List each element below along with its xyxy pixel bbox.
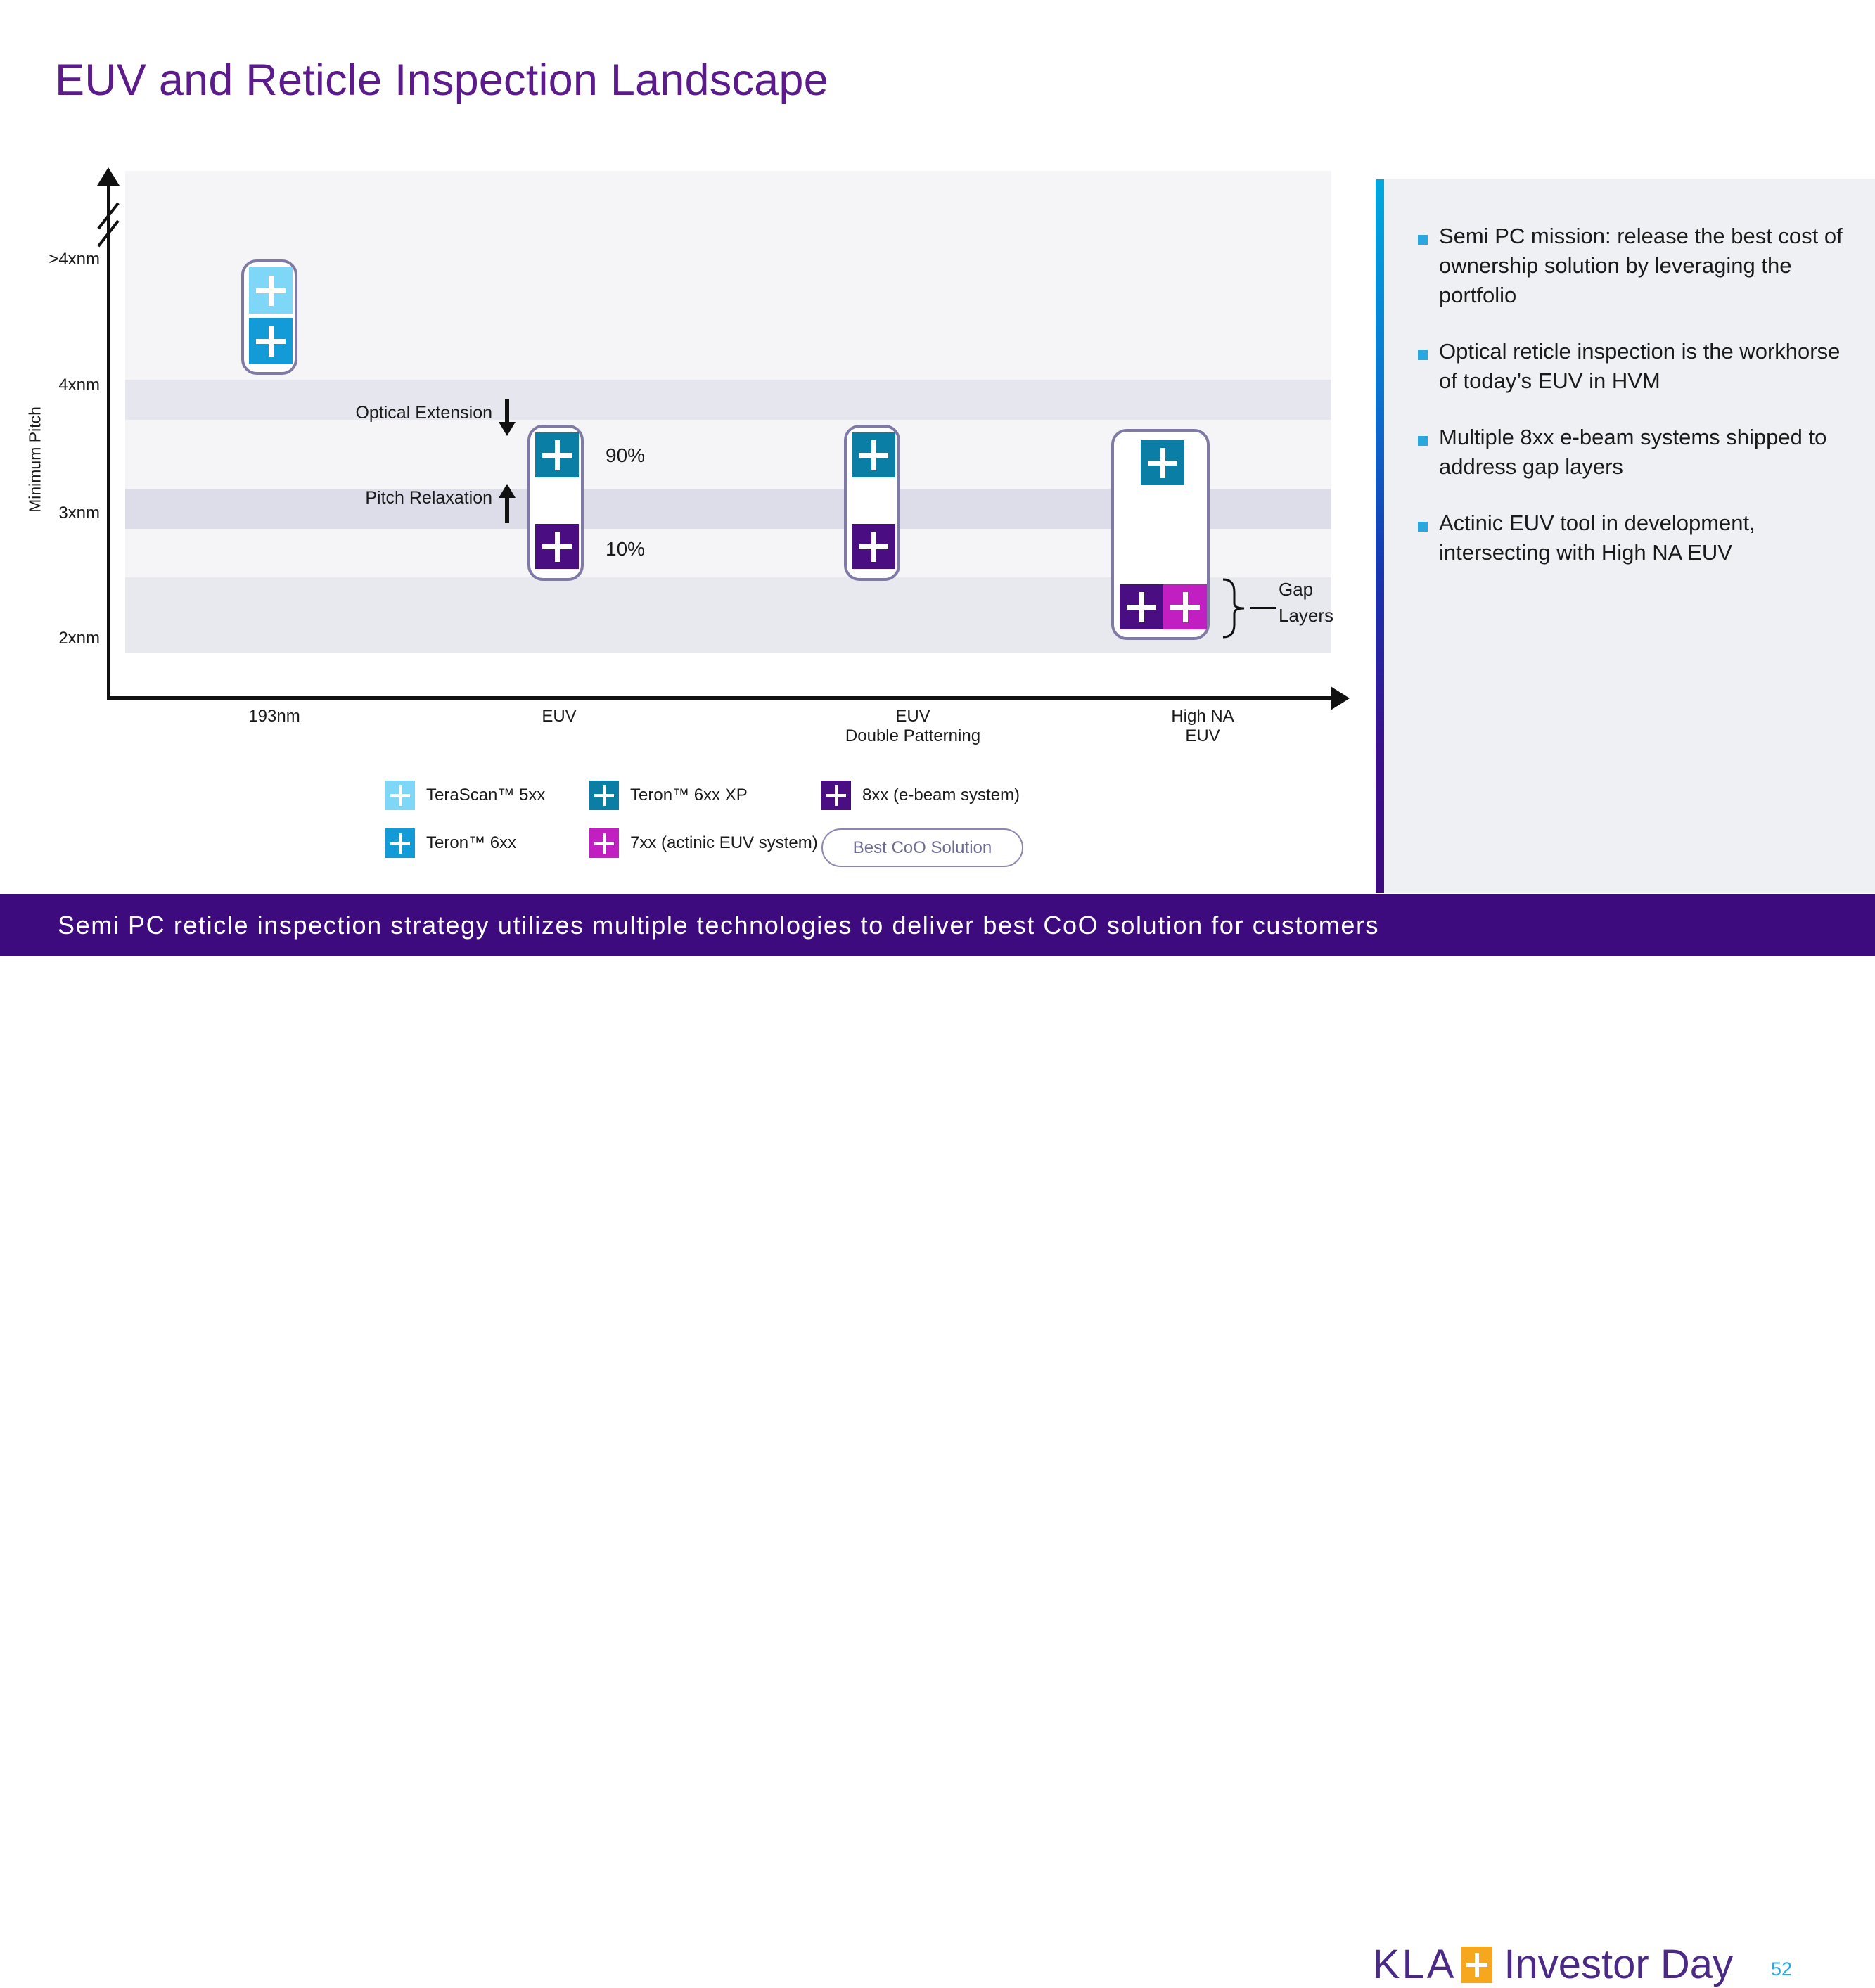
tool-icon-7xx-actinic[interactable] [1163, 584, 1207, 629]
arrow-down-icon [499, 422, 516, 436]
tool-group-high-na-euv[interactable] [1111, 429, 1210, 640]
bullet-text: Optical reticle inspection is the workho… [1439, 339, 1841, 393]
legend-label-teron-6xx: Teron™ 6xx [426, 833, 517, 852]
gap-layers-label: Gap Layers [1279, 577, 1333, 629]
x-tick-euvdp-line2: Double Patterning [845, 726, 981, 745]
legend-label-terascan-5xx: TeraScan™ 5xx [426, 785, 546, 804]
tool-icon-teron-6xx[interactable] [249, 318, 293, 364]
sidebar-bullet-list: Semi PC mission: release the best cost o… [1418, 222, 1854, 594]
bullet-square-icon [1418, 436, 1439, 482]
sidebar-panel: Semi PC mission: release the best cost o… [1384, 179, 1875, 893]
kla-logo: KLA Investor Day [1373, 1941, 1733, 1988]
legend-item-teron-6xx[interactable]: Teron™ 6xx [385, 828, 516, 858]
annotation-pitch-relaxation: Pitch Relaxation [365, 488, 492, 508]
bullet-square-icon [1418, 235, 1439, 310]
gap-layers-brace-icon [1222, 578, 1245, 639]
x-tick-euvdp-line1: EUV [895, 707, 930, 726]
x-tick-euv-double-patterning: EUV Double Patterning [786, 707, 1039, 746]
x-tick-euv: EUV [478, 707, 640, 726]
accent-gradient-bar [1376, 179, 1384, 893]
gap-label-line1: Gap [1279, 579, 1314, 600]
best-coo-solution-badge[interactable]: Best CoO Solution [821, 828, 1023, 867]
x-tick-193nm: 193nm [193, 707, 355, 726]
investor-day-label: Investor Day [1504, 1942, 1733, 1987]
tool-icon-teron-6xx-xp[interactable] [1141, 440, 1184, 485]
legend-item-7xx-actinic[interactable]: 7xx (actinic EUV system) [589, 828, 818, 858]
legend-swatch-8xx-ebeam [821, 781, 851, 810]
summary-banner-text: Semi PC reticle inspection strategy util… [58, 911, 1380, 940]
tool-group-193nm[interactable] [241, 259, 297, 375]
legend-item-teron-6xx-xp[interactable]: Teron™ 6xx XP [589, 781, 748, 810]
list-item: Optical reticle inspection is the workho… [1418, 337, 1854, 396]
tool-icon-teron-6xx-xp[interactable] [535, 432, 579, 477]
legend-item-8xx-ebeam[interactable]: 8xx (e-beam system) [821, 781, 1020, 810]
bullet-text: Actinic EUV tool in development, interse… [1439, 511, 1755, 565]
legend-swatch-7xx-actinic [589, 828, 619, 858]
x-tick-highna-line1: High NA [1171, 707, 1234, 726]
list-item: Actinic EUV tool in development, interse… [1418, 508, 1854, 567]
annotation-optical-extension: Optical Extension [355, 403, 492, 423]
legend-label-8xx-ebeam: 8xx (e-beam system) [862, 785, 1020, 804]
bullet-square-icon [1418, 350, 1439, 396]
data-label-90-percent: 90% [606, 444, 646, 466]
arrow-up-shaft [505, 496, 509, 523]
summary-banner: Semi PC reticle inspection strategy util… [0, 894, 1875, 956]
data-label-10-percent: 10% [606, 538, 646, 560]
legend-label-7xx-actinic: 7xx (actinic EUV system) [630, 833, 818, 852]
plus-icon [1461, 1946, 1493, 1983]
tool-icon-8xx-ebeam[interactable] [1120, 584, 1163, 629]
y-axis-line [107, 178, 110, 698]
x-axis-line [107, 696, 1334, 700]
y-tick-4xnm: 4xnm [58, 376, 100, 395]
kla-wordmark: KLA [1372, 1942, 1457, 1987]
bullet-text: Multiple 8xx e-beam systems shipped to a… [1439, 425, 1827, 479]
x-tick-highna-line2: EUV [1185, 726, 1220, 745]
tool-icon-8xx-ebeam[interactable] [535, 524, 579, 569]
y-tick-2xnm: 2xnm [58, 629, 100, 648]
gap-layers-connector [1250, 607, 1276, 609]
legend-swatch-teron-6xx-xp [589, 781, 619, 810]
chart-panel: >4xnm 4xnm 3xnm 2xnm Minimum Pitch 193nm… [0, 0, 1378, 893]
y-tick-gt4xnm: >4xnm [49, 250, 100, 269]
x-tick-high-na-euv: High NA EUV [1076, 707, 1329, 746]
tool-group-euv[interactable] [527, 425, 584, 581]
legend-swatch-terascan-5xx [385, 781, 415, 810]
x-axis-arrow-icon [1331, 686, 1350, 710]
footer: KLA Investor Day 52 [0, 956, 1875, 1987]
y-tick-labels: >4xnm 4xnm 3xnm 2xnm [0, 0, 100, 703]
x-tick-euv-line1: EUV [542, 707, 577, 726]
bullet-square-icon [1418, 522, 1439, 567]
gap-label-line2: Layers [1279, 605, 1334, 626]
page-number: 52 [1770, 1958, 1792, 1980]
legend-item-terascan-5xx[interactable]: TeraScan™ 5xx [385, 781, 545, 810]
y-axis-arrow-icon [97, 167, 120, 186]
list-item: Multiple 8xx e-beam systems shipped to a… [1418, 423, 1854, 482]
legend-label-teron-6xx-xp: Teron™ 6xx XP [630, 785, 748, 804]
y-tick-3xnm: 3xnm [58, 504, 100, 522]
legend-swatch-teron-6xx [385, 828, 415, 858]
tool-icon-terascan-5xx[interactable] [249, 267, 293, 314]
tool-icon-8xx-ebeam[interactable] [852, 524, 895, 569]
bullet-text: Semi PC mission: release the best cost o… [1439, 224, 1843, 307]
x-tick-193nm-line1: 193nm [248, 707, 300, 726]
tool-group-euv-double-patterning[interactable] [844, 425, 900, 581]
y-axis-title: Minimum Pitch [25, 406, 44, 513]
list-item: Semi PC mission: release the best cost o… [1418, 222, 1854, 310]
arrow-up-icon [499, 484, 516, 498]
tool-icon-teron-6xx-xp[interactable] [852, 432, 895, 477]
